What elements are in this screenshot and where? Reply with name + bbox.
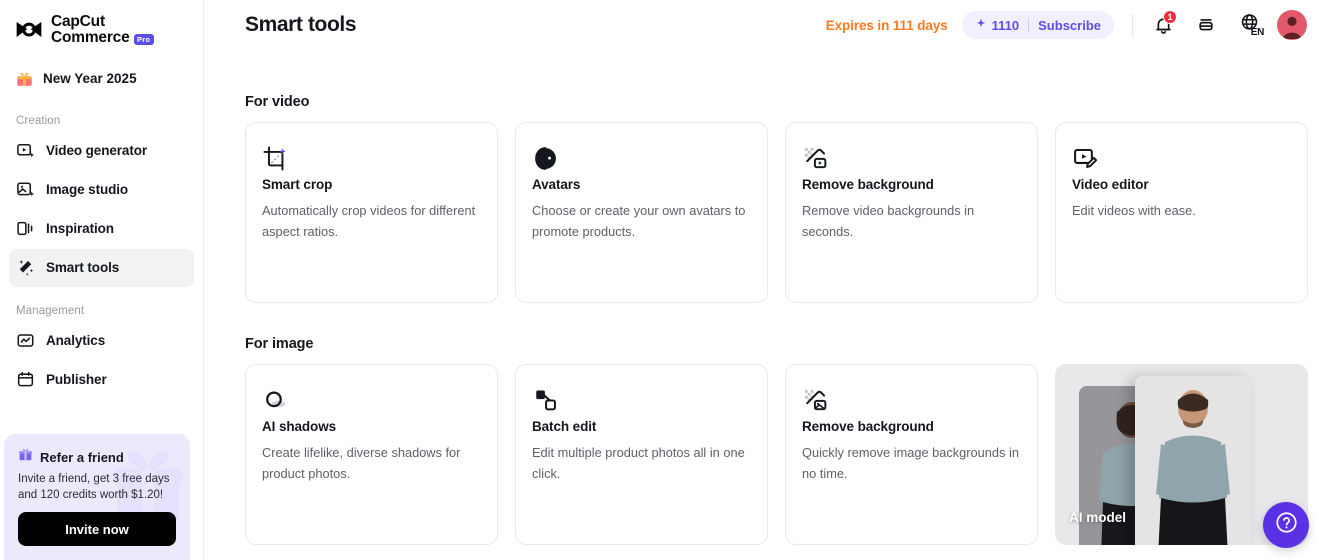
sidebar-label-video-generator: Video generator: [46, 143, 148, 159]
sidebar-label-inspiration: Inspiration: [46, 221, 114, 237]
card-description: Remove video backgrounds in seconds.: [802, 203, 975, 239]
tool-card-remove-background-video[interactable]: Remove background Remove video backgroun…: [785, 122, 1038, 303]
avatar[interactable]: [1277, 10, 1307, 40]
card-description: Choose or create your own avatars to pro…: [532, 203, 746, 239]
tools-content: For video Smart crop Automatically crop …: [204, 94, 1323, 545]
wallet-button[interactable]: [1191, 10, 1221, 40]
brand-commerce-label: Commerce: [51, 29, 130, 47]
capcut-logo-icon: [14, 18, 44, 42]
refer-title: Refer a friend: [40, 449, 124, 465]
brand-text: CapCut Commerce Pro: [51, 13, 154, 47]
card-title: Video editor: [1072, 177, 1149, 192]
analytics-icon: [16, 331, 35, 350]
video-generator-icon: [16, 141, 35, 160]
question-mark-icon: [1274, 510, 1299, 540]
card-description: Quickly remove image backgrounds in no t…: [802, 445, 1019, 481]
card-title: Smart crop: [262, 177, 333, 192]
sidebar: CapCut Commerce Pro New Year 2025 Creati…: [0, 0, 204, 560]
card-description: Edit videos with ease.: [1072, 203, 1196, 218]
inspiration-icon: [16, 219, 35, 238]
new-year-label: New Year 2025: [43, 71, 137, 87]
publisher-calendar-icon: [16, 370, 35, 389]
notification-badge-count: 1: [1163, 10, 1177, 24]
expiry-status-text: Expires in 111 days: [825, 17, 948, 33]
refer-description: Invite a friend, get 3 free days and 120…: [18, 473, 170, 501]
nav-section-title-management: Management: [16, 304, 85, 317]
language-code-label: EN: [1250, 27, 1265, 38]
brand-logo-block[interactable]: CapCut Commerce Pro: [0, 0, 203, 47]
credits-subscribe-pill[interactable]: 1110 Subscribe: [961, 11, 1114, 39]
brand-line-2: Commerce Pro: [51, 29, 154, 47]
sidebar-item-smart-tools[interactable]: Smart tools: [9, 248, 194, 287]
pro-badge: Pro: [133, 34, 154, 45]
refer-header: Refer a friend: [18, 447, 176, 467]
tool-card-ai-shadows[interactable]: AI shadows Create lifelike, diverse shad…: [245, 364, 498, 545]
ai-model-photo-front: [1135, 376, 1251, 545]
tool-card-batch-edit[interactable]: Batch edit Edit multiple product photos …: [515, 364, 768, 545]
smart-crop-icon: [262, 146, 289, 176]
magic-wand-icon: [16, 258, 35, 277]
credits-count: 1110: [991, 17, 1020, 33]
pill-divider: [1028, 18, 1030, 32]
tool-card-avatars[interactable]: Avatars Choose or create your own avatar…: [515, 122, 768, 303]
sidebar-item-video-generator[interactable]: Video generator: [9, 132, 194, 170]
image-studio-icon: [16, 180, 35, 199]
top-bar: Smart tools Expires in 111 days 1110 Sub…: [204, 0, 1323, 50]
video-editor-icon: [1072, 149, 1099, 176]
remove-background-image-icon: [802, 389, 829, 418]
sidebar-label-image-studio: Image studio: [46, 182, 129, 198]
card-description: Automatically crop videos for different …: [262, 203, 476, 239]
page-title: Smart tools: [245, 13, 357, 36]
main-content: Smart tools Expires in 111 days 1110 Sub…: [204, 0, 1323, 560]
subscribe-button[interactable]: Subscribe: [1038, 18, 1101, 33]
ai-shadows-icon: [262, 391, 289, 418]
remove-background-video-icon: [802, 147, 829, 176]
section-title-for-image: For image: [245, 336, 314, 352]
refer-a-friend-card[interactable]: Refer a friend Invite a friend, get 3 fr…: [4, 434, 190, 560]
card-title: Avatars: [532, 177, 581, 192]
sidebar-label-analytics: Analytics: [46, 333, 106, 349]
language-button[interactable]: EN: [1234, 10, 1264, 40]
gift-box-icon: [18, 447, 33, 467]
app-root: CapCut Commerce Pro New Year 2025 Creati…: [0, 0, 1323, 560]
sidebar-item-analytics[interactable]: Analytics: [9, 322, 194, 360]
sidebar-label-smart-tools: Smart tools: [46, 260, 120, 276]
card-title: Batch edit: [532, 419, 597, 434]
sidebar-item-new-year-promo[interactable]: New Year 2025: [0, 61, 203, 97]
gift-icon: [16, 70, 33, 87]
tool-card-video-editor[interactable]: Video editor Edit videos with ease.: [1055, 122, 1308, 303]
card-grid-for-video: Smart crop Automatically crop videos for…: [245, 122, 1323, 303]
tool-card-smart-crop[interactable]: Smart crop Automatically crop videos for…: [245, 122, 498, 303]
top-bar-actions: Expires in 111 days 1110 Subscribe 1 EN: [826, 10, 1307, 40]
card-title: Remove background: [802, 419, 934, 434]
brand-line-1: CapCut: [51, 13, 105, 30]
ai-model-label: AI model: [1069, 510, 1127, 525]
card-title: AI shadows: [262, 419, 337, 434]
credits-value-group[interactable]: 1110: [975, 17, 1020, 33]
card-grid-for-image: AI shadows Create lifelike, diverse shad…: [245, 364, 1323, 545]
sidebar-item-inspiration[interactable]: Inspiration: [9, 210, 194, 248]
header-divider: [1132, 14, 1133, 36]
section-title-for-video: For video: [245, 94, 310, 110]
nav-section-title-creation: Creation: [16, 114, 61, 127]
sparkle-icon: [975, 18, 987, 33]
card-description: Edit multiple product photos all in one …: [532, 445, 745, 481]
batch-edit-icon: [532, 390, 559, 418]
help-button[interactable]: [1263, 502, 1309, 548]
avatars-icon: [532, 147, 559, 176]
notifications-button[interactable]: 1: [1148, 10, 1178, 40]
invite-now-button[interactable]: Invite now: [18, 512, 176, 546]
card-title: Remove background: [802, 177, 934, 192]
tool-card-remove-background-image[interactable]: Remove background Quickly remove image b…: [785, 364, 1038, 545]
card-description: Create lifelike, diverse shadows for pro…: [262, 445, 461, 481]
sidebar-item-publisher[interactable]: Publisher: [9, 361, 194, 399]
sidebar-label-publisher: Publisher: [46, 372, 107, 388]
sidebar-item-image-studio[interactable]: Image studio: [9, 171, 194, 209]
